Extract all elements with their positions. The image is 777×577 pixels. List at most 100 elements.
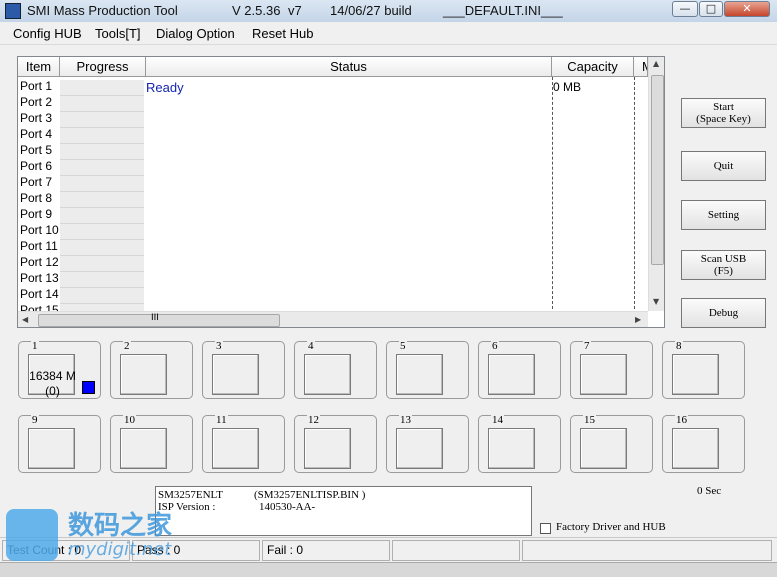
progress-cell xyxy=(60,144,144,160)
slot-15: 15 xyxy=(570,414,653,473)
column-header-m[interactable]: M xyxy=(634,57,648,77)
port-label[interactable]: Port 1 xyxy=(20,79,52,93)
horizontal-scrollbar[interactable]: ◀ III ▶ xyxy=(18,311,648,327)
isp-file: (SM3257ENLTISP.BIN ) xyxy=(254,489,366,501)
port1-capacity: 0 MB xyxy=(553,80,582,94)
port-list[interactable]: Item Progress Status Capacity M Port 1 Po… xyxy=(17,56,665,328)
port-label[interactable]: Port 5 xyxy=(20,143,52,157)
slot-button[interactable] xyxy=(488,428,535,469)
slot-button[interactable] xyxy=(212,428,259,469)
maximize-button[interactable]: □ xyxy=(699,1,723,17)
quit-button[interactable]: Quit xyxy=(681,151,766,181)
slot-button[interactable] xyxy=(396,428,443,469)
slot-button[interactable] xyxy=(672,354,719,395)
column-header-progress[interactable]: Progress xyxy=(60,57,146,77)
slot-number: 7 xyxy=(583,340,591,352)
port-label[interactable]: Port 8 xyxy=(20,191,52,205)
isp-version-value: 140530-AA- xyxy=(259,501,316,513)
port1-status: Ready xyxy=(146,80,184,95)
slot-button[interactable] xyxy=(212,354,259,395)
slot-number: 2 xyxy=(123,340,131,352)
slot-button[interactable] xyxy=(396,354,443,395)
scroll-right-icon[interactable]: ▶ xyxy=(635,315,641,324)
progress-cell xyxy=(60,208,144,224)
scroll-down-icon[interactable]: ▼ xyxy=(653,297,659,306)
scroll-left-icon[interactable]: ◀ xyxy=(22,315,28,324)
port-label[interactable]: Port 4 xyxy=(20,127,52,141)
port-label[interactable]: Port 9 xyxy=(20,207,52,221)
menu-config-hub[interactable]: Config HUB xyxy=(13,26,82,41)
slot-8: 8 xyxy=(662,340,745,399)
menu-tools[interactable]: Tools[T] xyxy=(95,26,141,41)
slot-button[interactable] xyxy=(120,354,167,395)
slot-number: 9 xyxy=(31,414,39,426)
column-header-item[interactable]: Item xyxy=(18,57,60,77)
status-indicator xyxy=(82,381,95,394)
menu-bar: Config HUB Tools[T] Dialog Option Reset … xyxy=(0,22,777,45)
progress-cell xyxy=(60,80,144,96)
watermark-url: mydigit.net xyxy=(68,539,172,560)
menu-dialog-option[interactable]: Dialog Option xyxy=(156,26,235,41)
port-label[interactable]: Port 2 xyxy=(20,95,52,109)
ini-file: ___DEFAULT.INI___ xyxy=(443,3,563,18)
slot-4: 4 xyxy=(294,340,377,399)
port-label[interactable]: Port 7 xyxy=(20,175,52,189)
slot-number: 1 xyxy=(31,340,39,352)
vertical-scrollbar[interactable]: ▲ ▼ xyxy=(648,57,664,311)
minimize-button[interactable]: — xyxy=(672,1,698,17)
slot-button[interactable] xyxy=(28,428,75,469)
slot-button[interactable] xyxy=(304,428,351,469)
slot-number: 5 xyxy=(399,340,407,352)
slot-button[interactable] xyxy=(672,428,719,469)
fail-count: Fail : 0 xyxy=(262,540,390,561)
scan-usb-button[interactable]: Scan USB (F5) xyxy=(681,250,766,280)
slot-number: 6 xyxy=(491,340,499,352)
debug-button[interactable]: Debug xyxy=(681,298,766,328)
watermark: 数码之家 mydigit.net xyxy=(6,505,211,567)
elapsed-timer: 0 Sec xyxy=(697,485,722,497)
column-divider xyxy=(634,77,635,309)
slot-number: 14 xyxy=(491,414,504,426)
start-button[interactable]: Start (Space Key) xyxy=(681,98,766,128)
close-button[interactable]: ✕ xyxy=(724,1,770,17)
progress-cell xyxy=(60,224,144,240)
slot-number: 13 xyxy=(399,414,412,426)
slot-button[interactable] xyxy=(580,354,627,395)
slot-button[interactable]: 16384 M (0) xyxy=(28,354,76,398)
column-header-status[interactable]: Status xyxy=(146,57,552,77)
slot-button[interactable] xyxy=(488,354,535,395)
factory-driver-checkbox[interactable] xyxy=(540,523,551,534)
app-icon xyxy=(5,3,21,19)
port-label[interactable]: Port 6 xyxy=(20,159,52,173)
port-label[interactable]: Port 3 xyxy=(20,111,52,125)
build-date: 14/06/27 build xyxy=(330,3,412,18)
slot-6: 6 xyxy=(478,340,561,399)
slot-button[interactable] xyxy=(120,428,167,469)
slot-16: 16 xyxy=(662,414,745,473)
controller-name: SM3257ENLT xyxy=(158,489,223,501)
slot-capacity: 16384 M xyxy=(29,369,76,383)
column-header-capacity[interactable]: Capacity xyxy=(552,57,634,77)
slot-count: (0) xyxy=(45,384,60,398)
menu-reset-hub[interactable]: Reset Hub xyxy=(252,26,313,41)
port-label[interactable]: Port 14 xyxy=(20,287,59,301)
setting-button[interactable]: Setting xyxy=(681,200,766,230)
slot-button[interactable] xyxy=(580,428,627,469)
factory-driver-label: Factory Driver and HUB xyxy=(556,521,666,533)
port-label[interactable]: Port 13 xyxy=(20,271,59,285)
scroll-grip-label: III xyxy=(151,313,159,323)
port-label[interactable]: Port 10 xyxy=(20,223,59,237)
progress-cell xyxy=(60,160,144,176)
progress-cell xyxy=(60,176,144,192)
slot-number: 15 xyxy=(583,414,596,426)
scroll-up-icon[interactable]: ▲ xyxy=(653,59,659,68)
vertical-scroll-thumb[interactable] xyxy=(651,75,664,265)
slot-button[interactable] xyxy=(304,354,351,395)
progress-cell xyxy=(60,240,144,256)
slot-12: 12 xyxy=(294,414,377,473)
window-title: SMI Mass Production Tool xyxy=(27,3,178,18)
slot-2: 2 xyxy=(110,340,193,399)
port-label[interactable]: Port 11 xyxy=(20,239,58,253)
port-label[interactable]: Port 12 xyxy=(20,255,59,269)
horizontal-scroll-thumb[interactable]: III xyxy=(38,313,280,327)
